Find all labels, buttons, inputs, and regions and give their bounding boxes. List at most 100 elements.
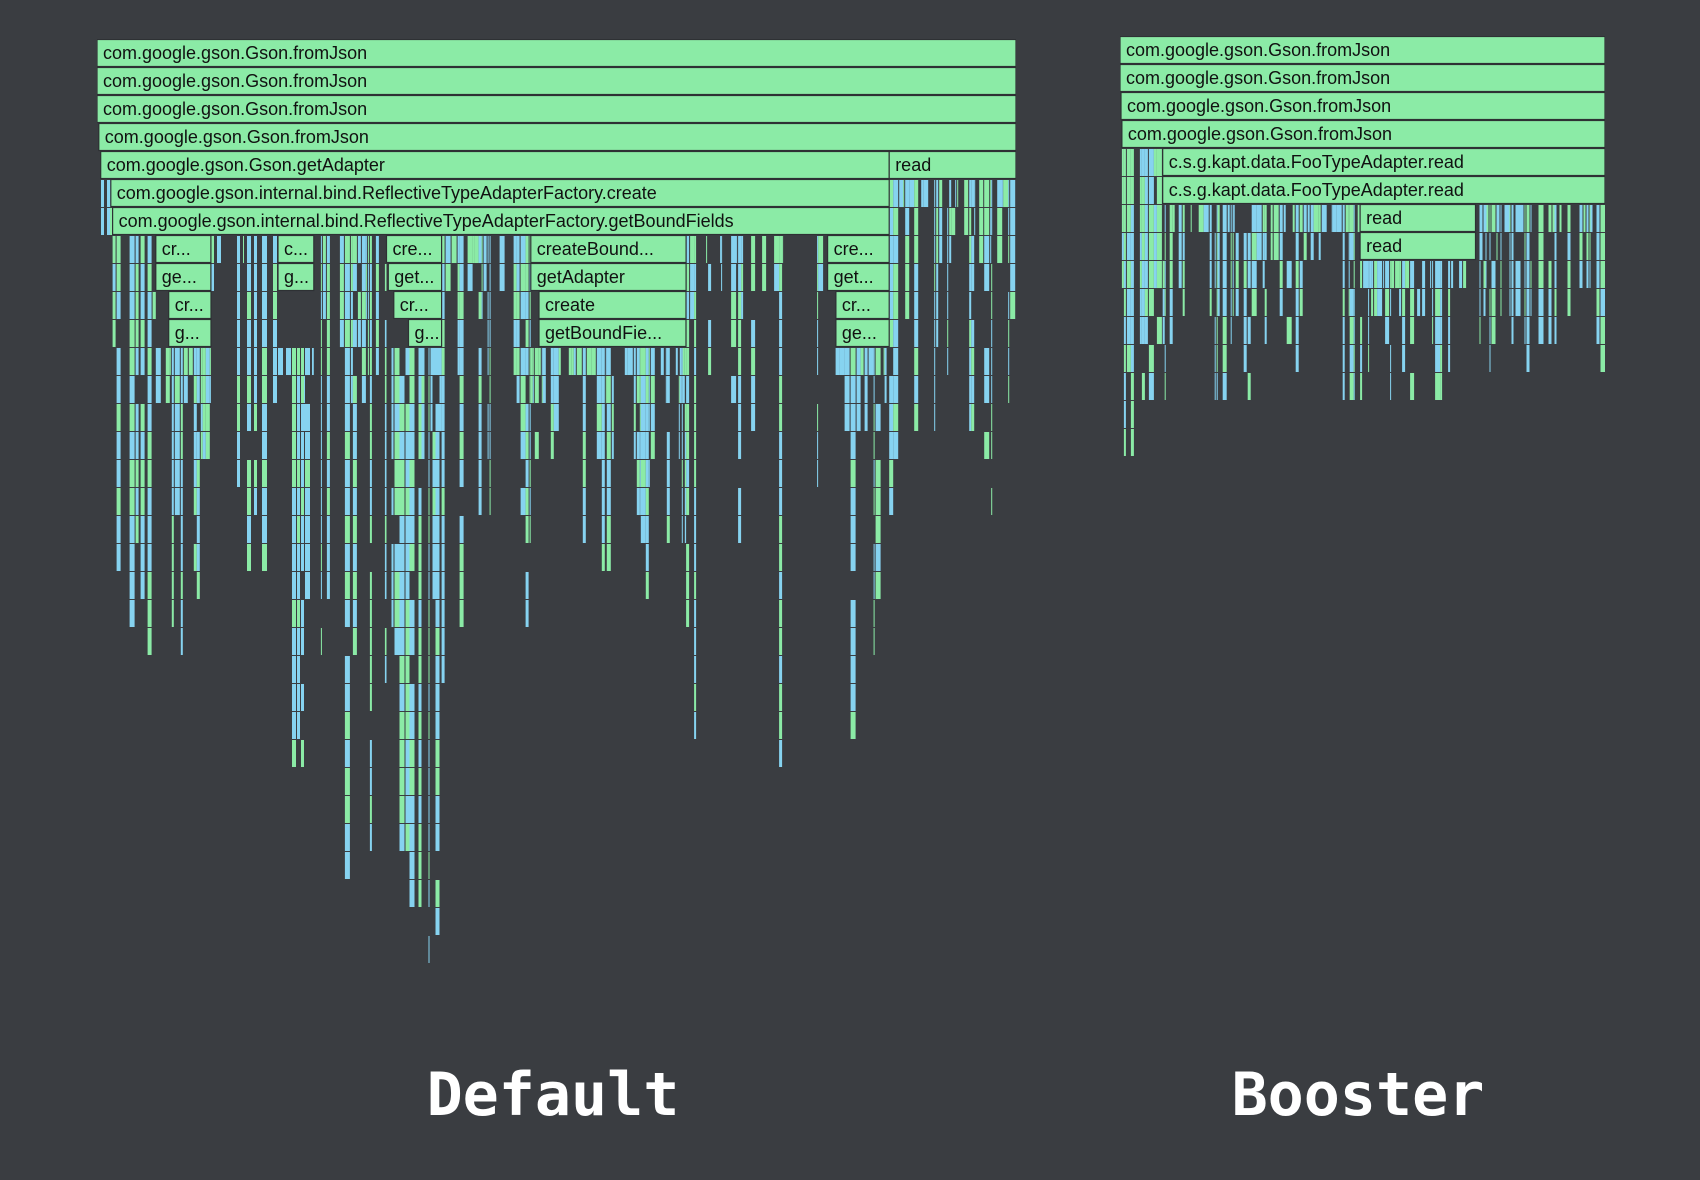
booster-narrow-frame <box>1348 205 1350 232</box>
default-narrow-frame <box>200 376 203 403</box>
default-frame: ge... <box>155 262 212 292</box>
default-narrow-frame <box>529 292 531 319</box>
booster-narrow-frame <box>1164 373 1166 400</box>
default-narrow-frame <box>648 460 650 487</box>
default-narrow-frame <box>428 768 430 795</box>
default-narrow-frame <box>217 236 221 263</box>
default-narrow-frame <box>889 432 894 459</box>
default-narrow-frame <box>394 628 400 655</box>
booster-narrow-frame <box>1153 149 1157 176</box>
default-narrow-frame <box>914 180 919 207</box>
default-narrow-frame <box>409 460 415 487</box>
default-narrow-frame <box>352 488 357 515</box>
default-narrow-frame <box>596 404 602 431</box>
default-narrow-frame <box>147 516 152 543</box>
default-narrow-frame <box>361 348 366 375</box>
booster-narrow-frame <box>1559 205 1562 232</box>
default-frame: createBound... <box>530 234 687 264</box>
booster-narrow-frame <box>1139 317 1142 344</box>
booster-narrow-frame <box>1371 289 1374 316</box>
default-narrow-frame <box>171 432 174 459</box>
default-narrow-frame <box>155 376 161 403</box>
default-narrow-frame <box>914 208 919 235</box>
default-narrow-frame <box>525 404 529 431</box>
booster-frame-label: c.s.g.kapt.data.FooTypeAdapter.read <box>1169 152 1464 172</box>
booster-narrow-frame <box>1491 205 1496 232</box>
booster-narrow-frame <box>1178 261 1182 288</box>
default-narrow-frame <box>525 572 529 599</box>
default-narrow-frame <box>344 572 350 599</box>
default-narrow-frame <box>686 544 690 571</box>
booster-narrow-frame <box>1279 289 1283 316</box>
default-narrow-frame <box>648 404 650 431</box>
default-narrow-frame <box>893 404 899 431</box>
default-narrow-frame <box>171 460 174 487</box>
default-narrow-frame <box>409 684 415 711</box>
default-narrow-frame <box>779 712 783 739</box>
default-narrow-frame <box>384 544 387 571</box>
default-narrow-frame <box>326 404 330 431</box>
default-narrow-frame <box>320 292 322 319</box>
default-narrow-frame <box>457 264 460 291</box>
default-narrow-frame <box>489 376 491 403</box>
default-narrow-frame <box>435 432 440 459</box>
default-narrow-frame <box>237 404 240 431</box>
default-narrow-frame <box>984 180 990 207</box>
default-narrow-frame <box>301 488 304 515</box>
default-narrow-frame <box>405 600 410 627</box>
default-narrow-frame <box>254 236 257 263</box>
default-narrow-frame <box>708 320 712 347</box>
default-narrow-frame <box>237 320 240 347</box>
booster-narrow-frame <box>1214 261 1216 288</box>
default-narrow-frame <box>665 376 667 403</box>
booster-narrow-frame <box>1583 205 1586 232</box>
default-narrow-frame <box>979 236 984 263</box>
default-narrow-frame <box>971 404 975 431</box>
default-narrow-frame <box>779 600 783 627</box>
booster-narrow-frame <box>1121 177 1124 204</box>
default-narrow-frame <box>254 348 257 375</box>
default-narrow-frame <box>850 376 856 403</box>
default-narrow-frame <box>394 432 400 459</box>
default-narrow-frame <box>174 376 180 403</box>
default-narrow-frame <box>762 236 767 263</box>
default-narrow-frame <box>489 460 491 487</box>
default-narrow-frame <box>339 320 344 347</box>
default-narrow-frame <box>601 488 605 515</box>
default-narrow-frame <box>889 264 894 291</box>
booster-narrow-frame <box>1123 373 1126 400</box>
default-narrow-frame <box>441 544 445 571</box>
default-narrow-frame <box>951 208 956 235</box>
default-narrow-frame <box>375 348 379 375</box>
default-narrow-frame <box>409 348 415 375</box>
default-narrow-frame <box>844 404 850 431</box>
default-narrow-frame <box>399 740 405 767</box>
booster-narrow-frame <box>1164 289 1166 316</box>
booster-narrow-frame <box>1500 261 1502 288</box>
default-narrow-frame <box>196 488 200 515</box>
default-narrow-frame <box>326 348 330 375</box>
default-narrow-frame <box>923 180 929 207</box>
default-narrow-frame <box>439 404 442 431</box>
default-narrow-frame <box>582 460 586 487</box>
default-narrow-frame <box>344 432 350 459</box>
default-narrow-frame <box>990 180 992 207</box>
default-narrow-frame <box>394 404 400 431</box>
default-narrow-frame <box>394 348 400 375</box>
default-narrow-frame <box>409 628 415 655</box>
default-narrow-frame <box>129 348 135 375</box>
default-narrow-frame <box>817 320 819 347</box>
default-frame-label: g... <box>284 267 309 287</box>
default-narrow-frame <box>196 460 200 487</box>
default-frame: g... <box>168 318 212 348</box>
booster-narrow-frame <box>1295 317 1299 344</box>
booster-narrow-frame <box>1432 317 1434 344</box>
default-narrow-frame <box>949 180 952 207</box>
default-narrow-frame <box>180 376 183 403</box>
default-narrow-frame <box>660 348 664 375</box>
booster-narrow-frame <box>1247 373 1251 400</box>
booster-narrow-frame <box>1235 289 1239 316</box>
default-narrow-frame <box>738 404 742 431</box>
default-narrow-frame <box>530 348 533 375</box>
default-narrow-frame <box>934 320 936 347</box>
